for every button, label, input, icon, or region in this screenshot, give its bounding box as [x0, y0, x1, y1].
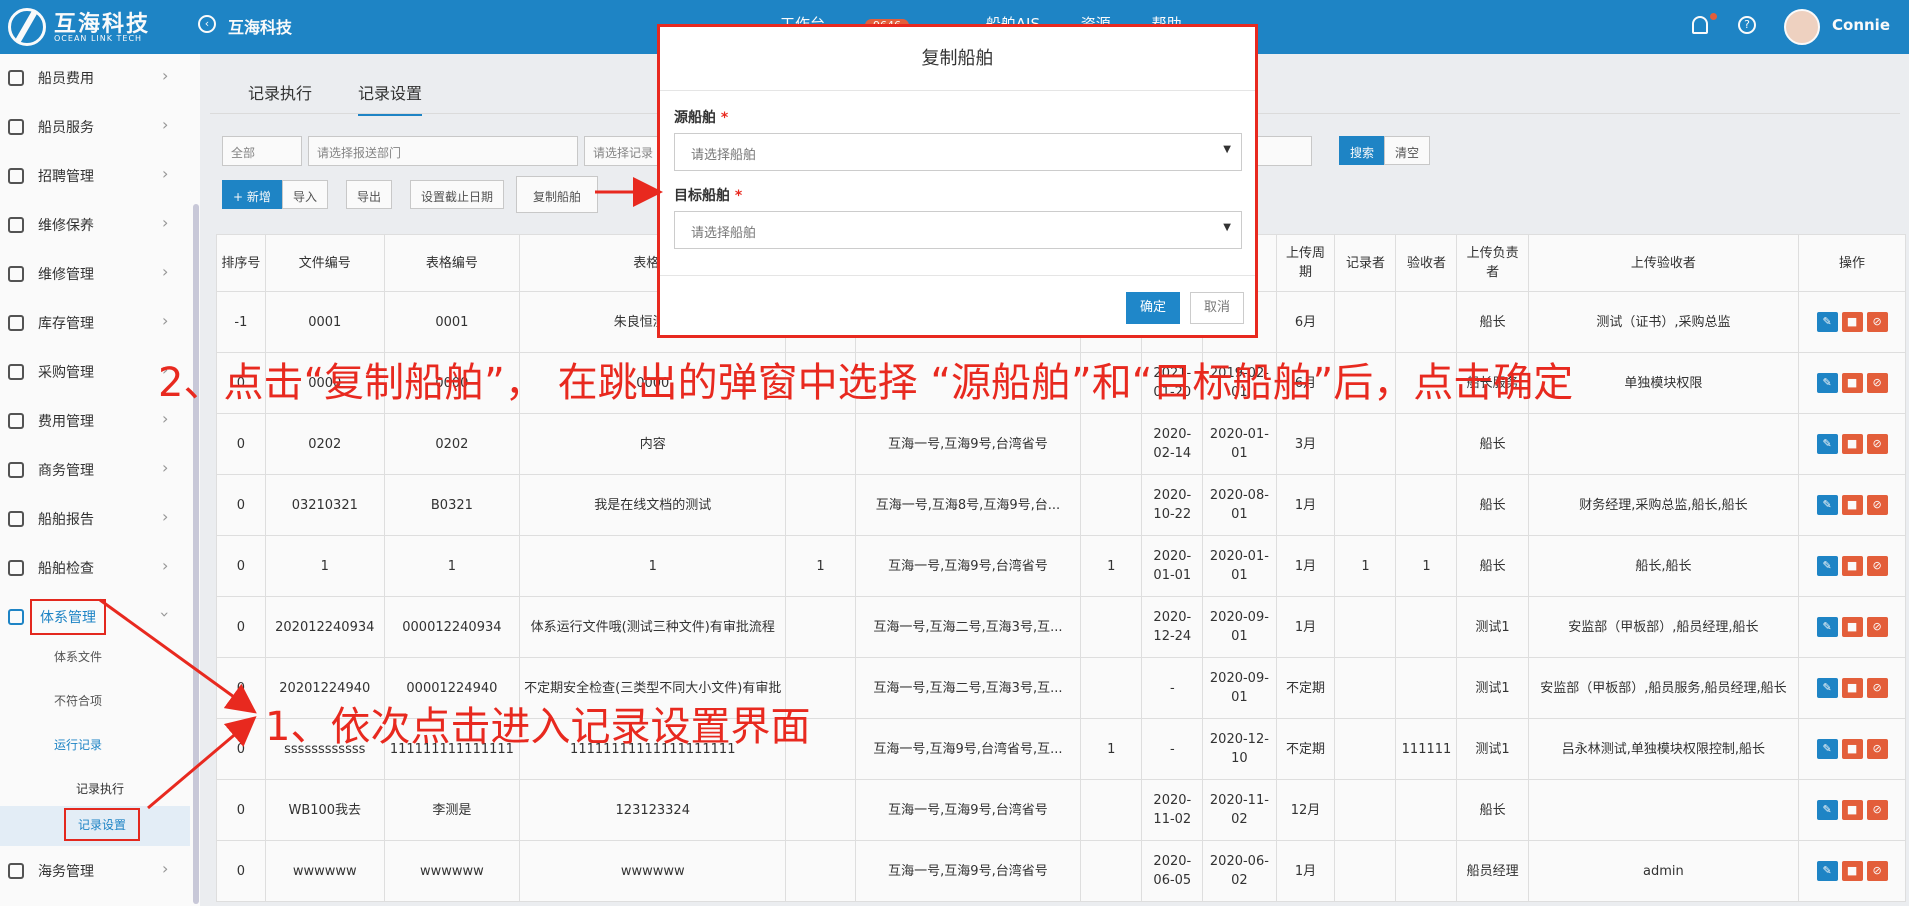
- arrow-2: [147, 716, 257, 810]
- arrow-1: [99, 598, 257, 714]
- annotation-step2: 2、点击“复制船舶”， 在跳出的弹窗中选择 “源船舶”和“目标船舶”后，点击确定: [158, 360, 1574, 406]
- annotation-arrows: [99, 177, 663, 810]
- annotation-step1: 1、依次点击进入记录设置界面: [265, 704, 811, 750]
